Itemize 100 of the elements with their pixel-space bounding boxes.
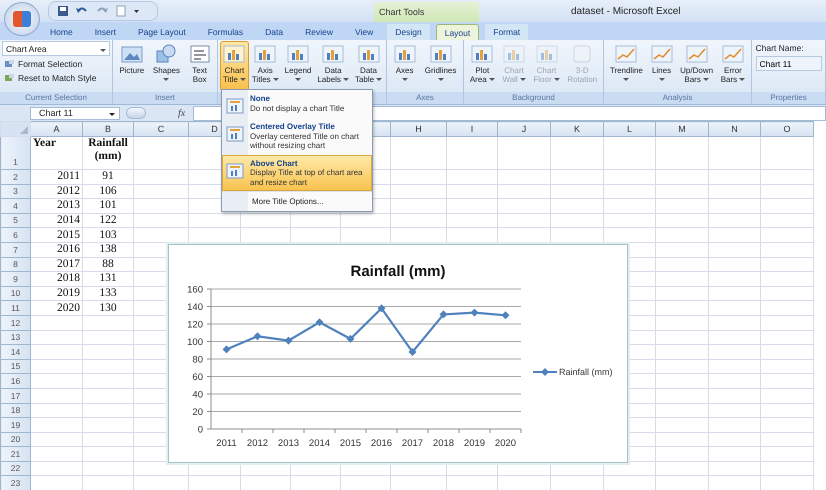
row-number[interactable]: 22 [0,461,30,476]
chart-area[interactable]: Rainfall (mm) 0 20 40 60 80 100 120 140 160 2011 2012 2013 2014 2015 2016 2017 2018 2019 2020 Rainfall (mm) [168,244,628,463]
column-header[interactable]: C [134,122,188,136]
row-number[interactable]: 17 [0,388,30,403]
chart-icon [322,44,344,64]
column-header[interactable]: M [656,122,708,136]
ribbon-tab[interactable]: Home [42,24,81,40]
chart-title-icon [226,162,244,178]
shapes-icon [155,44,178,64]
ribbon-button[interactable]: Trendline [606,41,646,91]
chart-title-icon [226,98,244,114]
ribbon-tab[interactable]: Insert [86,24,124,40]
picture-icon [120,44,143,64]
line-chart-icon [650,44,673,64]
row-number[interactable]: 6 [0,228,30,242]
table-cell: 2011 [30,170,82,184]
column-header[interactable]: B [82,122,134,136]
ribbon-button[interactable]: Gridlines [422,41,460,91]
row-number[interactable]: 1 [0,136,30,170]
row-number[interactable]: 21 [0,446,30,462]
chart-icon [471,44,494,64]
row-number[interactable]: 14 [0,344,30,360]
table-cell: 101 [82,198,134,214]
row-number[interactable]: 23 [0,476,30,490]
menu-item[interactable]: Above Chart Display Title at top of chart area and resize chart [222,154,372,191]
row-number[interactable]: 13 [0,330,30,345]
row-number[interactable]: 8 [0,257,30,272]
row-number[interactable]: 7 [0,242,30,258]
data-point [316,318,324,326]
command-button[interactable]: Reset to Match Style [2,72,110,84]
caret-icon [272,78,279,81]
caret-icon [240,78,246,81]
ribbon-tab[interactable]: View [346,24,382,40]
save-icon[interactable] [57,5,69,17]
column-header[interactable]: I [446,122,498,136]
column-header[interactable]: L [604,122,656,136]
column-header[interactable]: H [390,122,446,136]
office-button[interactable] [4,2,40,36]
x-axis-label: 2013 [278,438,300,449]
name-box[interactable]: Chart 11 [30,106,120,120]
group-label: Background [464,92,603,104]
context-tab-label: Chart Tools [374,2,479,22]
legend-label: Rainfall (mm) [559,367,613,377]
ribbon-button[interactable]: Text Box [186,41,214,91]
column-header[interactable]: O [760,122,814,136]
row-number[interactable]: 11 [0,300,30,316]
chart-name-field[interactable]: Chart 11 [756,56,822,71]
ribbon-button[interactable]: Lines [648,41,676,91]
row-number[interactable]: 20 [0,432,30,447]
customize-caret-icon[interactable] [133,7,140,15]
ribbon-tab[interactable]: Data [257,24,292,40]
ribbon-tab[interactable]: Formulas [200,24,252,40]
row-number[interactable]: 4 [0,198,30,214]
menu-item[interactable]: None Do not display a chart Title [222,90,372,118]
insert-function-button[interactable]: fx [178,108,186,118]
group-label: Current Selection [0,92,112,104]
row-number[interactable]: 18 [0,403,30,418]
caret-icon [520,78,526,81]
caret-icon [100,48,106,52]
ribbon-tab[interactable]: Review [297,24,341,40]
ribbon-button[interactable]: Axes [390,41,419,91]
row-number[interactable]: 16 [0,374,30,388]
table-cell: 138 [82,242,134,258]
column-header[interactable]: A [30,122,82,136]
column-header[interactable]: N [708,122,760,136]
data-point [440,310,448,318]
print-preview-icon[interactable] [115,5,127,17]
ribbon-tab[interactable]: Design [387,24,430,40]
ribbon-button[interactable]: Shapes [150,41,183,91]
row-number[interactable]: 3 [0,184,30,199]
ribbon-button[interactable]: Error Bars [718,41,748,91]
row-number[interactable]: 9 [0,272,30,286]
ribbon-tab[interactable]: Page Layout [130,24,194,40]
ribbon-tab[interactable]: Format [485,24,528,40]
row-number[interactable]: 19 [0,418,30,432]
y-axis-label: 60 [192,372,203,383]
column-header[interactable]: K [550,122,604,136]
table-cell: 2019 [30,286,82,301]
expand-handle-icon[interactable] [126,107,146,119]
ribbon-button[interactable]: Chart Title [220,41,249,91]
row-number[interactable]: 12 [0,315,30,330]
ribbon-button[interactable]: Plot Area [466,41,498,91]
ribbon-tab[interactable]: Layout [436,24,480,40]
ribbon-button[interactable]: Picture [116,41,148,91]
row-number[interactable]: 2 [0,170,30,184]
row-number[interactable]: 10 [0,286,30,301]
more-title-options-item[interactable]: More Title Options... [222,191,372,211]
command-button[interactable]: Format Selection [2,58,110,70]
table-cell: 106 [82,184,134,199]
row-number[interactable]: 5 [0,213,30,228]
column-header[interactable]: J [498,122,550,136]
cube-icon [571,44,594,64]
line-chart-icon [686,44,708,64]
row-number[interactable]: 15 [0,359,30,374]
chart-element-dropdown[interactable]: Chart Area [2,41,110,56]
ribbon-button[interactable]: Up/Down Bars [677,41,716,91]
select-all-corner[interactable] [0,122,30,136]
data-point [408,348,416,356]
y-axis-label: 20 [192,407,203,418]
table-cell: 2014 [30,213,82,228]
